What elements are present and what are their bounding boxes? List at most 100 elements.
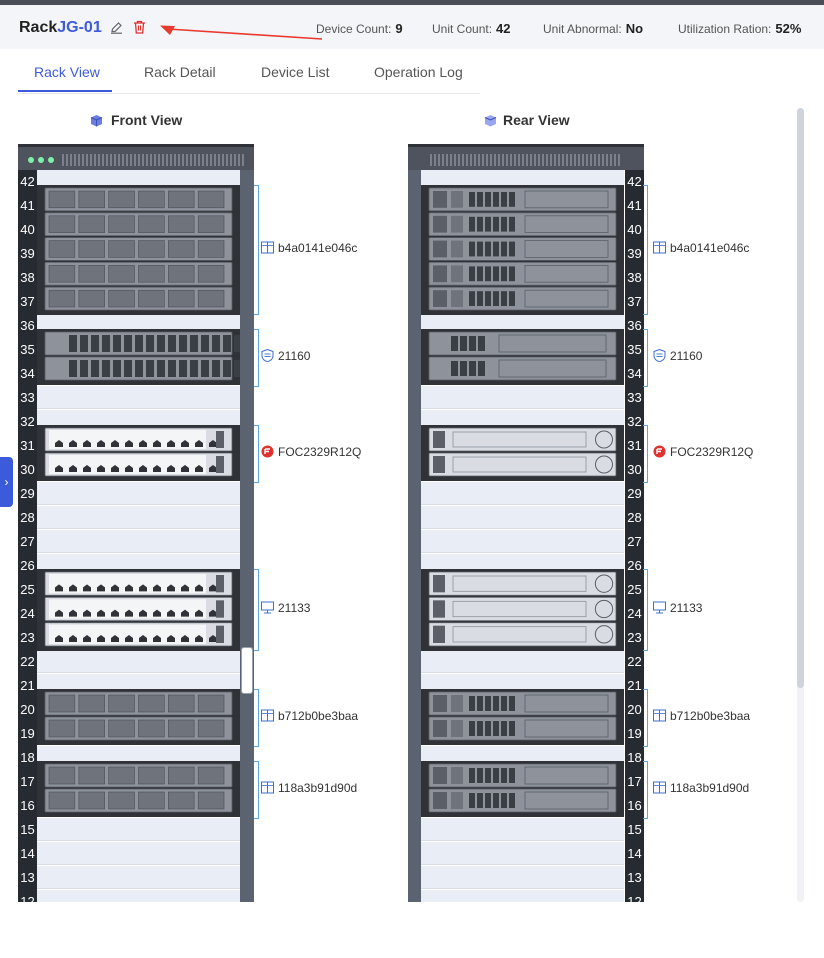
rack-slot[interactable] [421, 842, 624, 865]
device-label[interactable]: 21133 [653, 601, 702, 615]
device-label-text: 21160 [278, 349, 311, 363]
rack-device-rear[interactable] [421, 185, 624, 315]
rack-slot[interactable] [37, 650, 240, 673]
rack-slot[interactable] [421, 386, 624, 409]
rack-door-handle[interactable] [241, 647, 253, 694]
rack-device-rear[interactable] [421, 425, 624, 481]
rack-slot[interactable] [37, 818, 240, 841]
tab-operation-log[interactable]: Operation Log [374, 64, 463, 80]
rack-header: RackJG-01 Device Count: 9 Unit Count: 42 U… [0, 5, 824, 49]
monitor-icon [261, 601, 274, 614]
rack-slot[interactable] [421, 866, 624, 889]
rack-device-front[interactable] [37, 569, 240, 651]
rack-slot[interactable] [37, 506, 240, 529]
expand-sidebar-button[interactable]: › [0, 457, 13, 507]
unit-number: 16 [625, 794, 644, 818]
device-label[interactable]: 21133 [261, 601, 310, 615]
device-faceplate [428, 571, 617, 647]
stat-utilization: Utilization Ration: 52% [678, 21, 802, 36]
device-label[interactable]: b712b0be3baa [261, 709, 358, 723]
unit-number: 12 [18, 890, 37, 902]
device-faceplate [428, 427, 617, 477]
device-label[interactable]: 21160 [653, 349, 702, 363]
device-label-text: 21133 [670, 601, 703, 615]
chevron-right-icon: › [4, 475, 9, 489]
device-label[interactable]: b4a0141e046c [653, 241, 749, 255]
device-faceplate [44, 571, 233, 647]
rack-slot[interactable] [37, 890, 240, 902]
unit-number: 33 [18, 386, 37, 410]
rack-device-front[interactable] [37, 185, 240, 315]
rack-slot[interactable] [421, 530, 624, 553]
delete-icon[interactable] [133, 20, 146, 34]
rack-device-rear[interactable] [421, 689, 624, 745]
unit-number: 27 [625, 530, 644, 554]
tab-rack-detail[interactable]: Rack Detail [144, 64, 216, 80]
tab-bar: Rack View Rack Detail Device List Operat… [18, 57, 480, 94]
device-label-text: b4a0141e046c [670, 241, 750, 255]
rack-slot[interactable] [421, 650, 624, 673]
rack-rail [240, 170, 254, 902]
tab-rack-view[interactable]: Rack View [34, 64, 100, 80]
device-label[interactable]: b712b0be3baa [653, 709, 750, 723]
device-label[interactable]: FOC2329R12Q [653, 445, 753, 459]
rack-slot[interactable] [421, 818, 624, 841]
unit-number: 39 [18, 242, 37, 266]
rack-slot[interactable] [37, 866, 240, 889]
unit-number: 13 [625, 866, 644, 890]
rack-device-rear[interactable] [421, 569, 624, 651]
unit-number: 34 [625, 362, 644, 386]
front-rack: 42 41 40 39 38 37 36 35 34 33 32 31 30 29 28 27 26 25 24 23… [18, 144, 254, 902]
unit-number: 19 [625, 722, 644, 746]
server-icon [653, 709, 666, 722]
device-bracket [254, 329, 259, 387]
unit-number: 26 [625, 554, 644, 578]
rear-view-title: Rear View [503, 112, 570, 128]
device-faceplate [44, 763, 233, 813]
rack-device-front[interactable] [37, 329, 240, 385]
device-label[interactable]: b4a0141e046c [261, 241, 357, 255]
unit-number: 30 [625, 458, 644, 482]
device-label[interactable]: 118a3b91d90d [653, 781, 749, 795]
device-label-text: b4a0141e046c [278, 241, 358, 255]
edit-icon[interactable] [110, 21, 123, 34]
device-bracket [254, 185, 259, 315]
rack-slot[interactable] [421, 890, 624, 902]
rack-slot[interactable] [421, 482, 624, 505]
rack-device-front[interactable] [37, 689, 240, 745]
device-bracket [254, 569, 259, 651]
rack-code: JG-01 [57, 19, 102, 36]
tab-device-list[interactable]: Device List [261, 64, 329, 80]
device-bracket [254, 689, 259, 747]
device-label[interactable]: 21160 [261, 349, 310, 363]
unit-number: 16 [18, 794, 37, 818]
device-label[interactable]: 118a3b91d90d [261, 781, 357, 795]
rack-device-front[interactable] [37, 761, 240, 817]
device-bracket [643, 425, 648, 483]
unit-number: 17 [625, 770, 644, 794]
device-faceplate [428, 331, 617, 381]
device-bracket [643, 329, 648, 387]
annotation-arrow [160, 25, 323, 40]
rack-slot[interactable] [421, 506, 624, 529]
scrollbar-thumb[interactable] [797, 108, 804, 688]
rack-device-front[interactable] [37, 425, 240, 481]
device-label-text: 118a3b91d90d [278, 781, 358, 795]
unit-number: 26 [18, 554, 37, 578]
unit-number: 40 [625, 218, 644, 242]
rack-slot[interactable] [37, 842, 240, 865]
rack-slot[interactable] [37, 530, 240, 553]
rack-slot[interactable] [37, 482, 240, 505]
rack-device-rear[interactable] [421, 329, 624, 385]
rack-device-rear[interactable] [421, 761, 624, 817]
unit-number: 27 [18, 530, 37, 554]
rack-slot[interactable] [37, 386, 240, 409]
device-faceplate [44, 427, 233, 477]
unit-number: 12 [625, 890, 644, 902]
unit-number: 33 [625, 386, 644, 410]
device-label-text: b712b0be3baa [670, 709, 751, 723]
device-label[interactable]: FOC2329R12Q [261, 445, 361, 459]
device-bracket [643, 185, 648, 315]
unit-number: 29 [625, 482, 644, 506]
device-label-text: FOC2329R12Q [278, 445, 362, 459]
